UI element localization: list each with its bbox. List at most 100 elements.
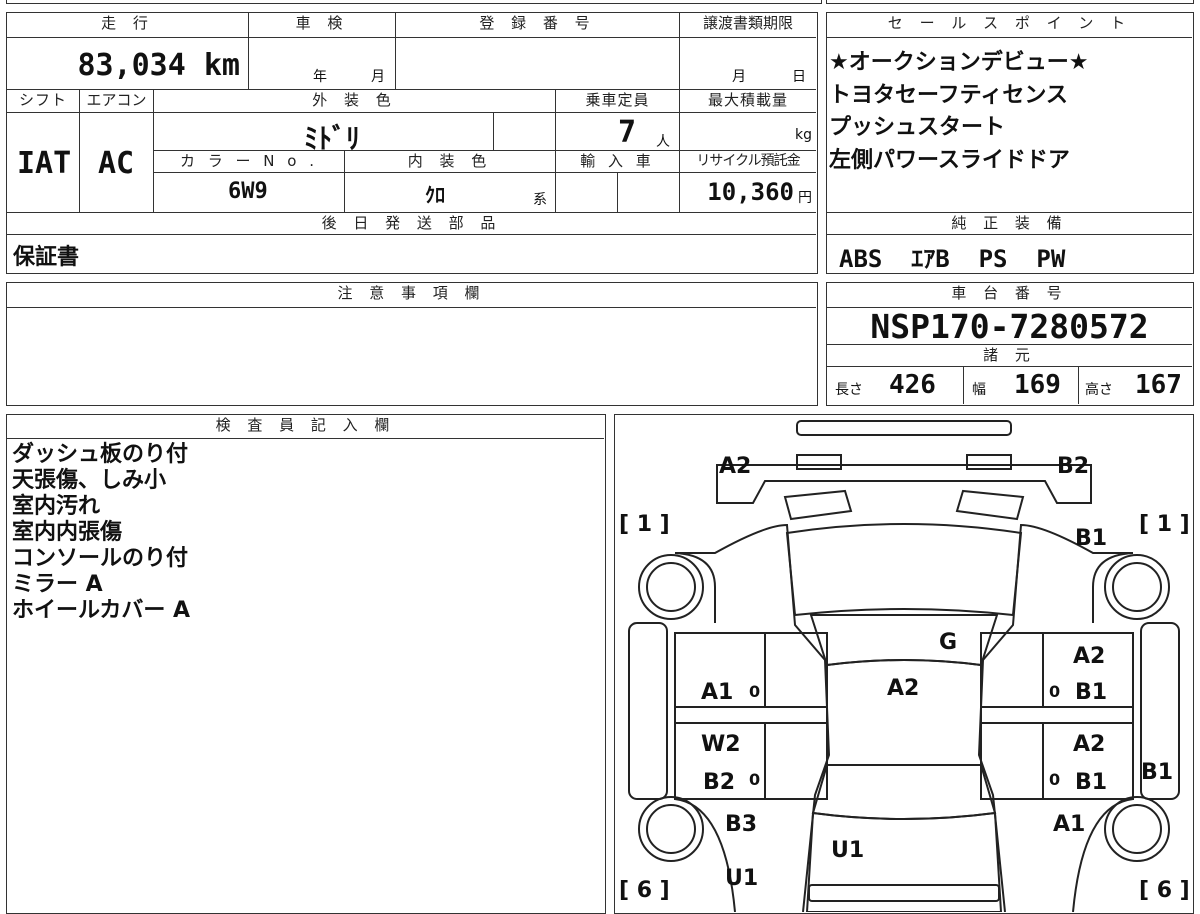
diagram-front-bumper [796, 420, 1012, 436]
damage-diagram-box: A2 B2 [ 1 ] [ 1 ] B1 G A2 A1 0 A2 B1 0 W… [614, 414, 1194, 914]
inspector-note-5: コンソールのり付 [12, 546, 189, 571]
mileage-cell: 83,034 km [7, 38, 249, 90]
registration-cell [396, 38, 680, 90]
mark-bracket-right-bottom: [ 6 ] [1139, 878, 1190, 903]
recycle-fee-value: 10,360 [707, 178, 794, 206]
interior-color-unit: 系 [533, 192, 547, 208]
mark-b1-far-right: B1 [1141, 760, 1173, 785]
inspection-month-unit: 月 [371, 69, 385, 85]
interior-color-cell: ｸﾛ 系 [345, 173, 556, 212]
shift-value: IAT [17, 146, 72, 181]
inspector-note-2: 天張傷、しみ小 [12, 468, 167, 493]
diagram-roof [809, 614, 999, 667]
mark-a1-left: A1 [701, 680, 733, 705]
mileage-value: 83,034 km [77, 48, 240, 83]
sales-points-header: セ ー ル ス ポ イ ン ト [827, 13, 1192, 38]
height-value: 167 [1135, 370, 1182, 400]
sales-points-list: ★オークションデビュー★ トヨタセーフティセンス プッシュスタート 左側パワース… [829, 47, 1088, 177]
mark-bracket-right-top: [ 1 ] [1139, 512, 1190, 537]
import-header: 輸 入 車 [556, 151, 680, 173]
mark-w2-left: W2 [701, 732, 741, 757]
recycle-fee-header: リサイクル預託金 [680, 151, 816, 173]
mark-b2-top-right: B2 [1057, 454, 1089, 479]
deadline-day-unit: 日 [792, 69, 806, 85]
diagram-left-skirt [628, 622, 668, 800]
interior-color-header: 内 装 色 [345, 151, 556, 173]
aircon-value: AC [98, 146, 135, 181]
inspection-header: 車 検 [249, 13, 396, 38]
inspector-note-6: ミラー A [12, 572, 103, 597]
mark-b1-right-1: B1 [1075, 680, 1107, 705]
later-parts-value: 保証書 [13, 245, 80, 270]
exterior-color-cell: ﾐﾄﾞﾘ [154, 113, 494, 155]
interior-color-value: ｸﾛ [425, 183, 445, 207]
inspector-header: 検 査 員 記 入 欄 [7, 415, 604, 439]
recycle-fee-unit: 円 [798, 190, 812, 206]
capacity-value: 7 [618, 115, 637, 150]
aircon-header: エアコン [80, 90, 154, 113]
diagram-wheel-rear-left-inner [646, 804, 696, 854]
mark-zero-left-2: 0 [749, 770, 760, 789]
notes-header: 注 意 事 項 欄 [7, 283, 816, 308]
mark-u1-left: U1 [725, 866, 758, 891]
sales-point-3: プッシュスタート [829, 115, 1006, 140]
diagram-hood-outline [716, 464, 1092, 504]
color-no-header: カ ラ ー N o . [154, 151, 345, 173]
mark-a2-right-1: A2 [1073, 644, 1105, 669]
top-strip [6, 0, 822, 4]
diagram-wiper-right [955, 489, 1025, 521]
mark-zero-right-1: 0 [1049, 682, 1060, 701]
mark-bracket-left-bottom: [ 6 ] [619, 878, 670, 903]
height-label: 高さ [1085, 382, 1113, 398]
transfer-deadline-cell: 月 日 [680, 38, 816, 90]
capacity-unit: 人 [656, 134, 670, 150]
diagram-body-outline [675, 523, 831, 912]
diagram-wheel-front-left [638, 554, 704, 620]
color-no-value: 6W9 [228, 179, 268, 204]
diagram-wheel-rear-right-inner [1112, 804, 1162, 854]
mark-a1-right: A1 [1053, 812, 1085, 837]
width-label: 幅 [972, 382, 986, 398]
inspector-note-1: ダッシュ板のり付 [12, 442, 189, 467]
transfer-deadline-header: 譲渡書類期限 [680, 13, 816, 38]
inspector-box: 検 査 員 記 入 欄 ダッシュ板のり付 天張傷、しみ小 室内汚れ 室内内張傷 … [6, 414, 606, 914]
inspection-year-unit: 年 [313, 69, 327, 85]
diagram-right-sill [980, 706, 1134, 724]
diagram-headlight-right [966, 454, 1012, 470]
mark-bracket-left-top: [ 1 ] [619, 512, 670, 537]
aircon-cell: AC [80, 113, 154, 212]
diagram-wheel-front-left-inner [646, 562, 696, 612]
diagram-wheel-front-right-inner [1112, 562, 1162, 612]
diagram-left-door-front-b [764, 632, 828, 708]
width-cell: 幅 169 [964, 367, 1079, 404]
capacity-header: 乗車定員 [556, 90, 680, 113]
genuine-equipment-value: ABS ｴｱB PS PW [839, 245, 1066, 273]
diagram-rear-bumper [808, 884, 1000, 902]
inspection-cell: 年 月 [249, 38, 396, 90]
inspector-notes-list: ダッシュ板のり付 天張傷、しみ小 室内汚れ 室内内張傷 コンソールのり付 ミラー… [12, 442, 190, 624]
mark-b1-right-upper: B1 [1075, 526, 1107, 551]
mark-zero-left-1: 0 [749, 682, 760, 701]
shift-header: シフト [7, 90, 80, 113]
chassis-no-value: NSP170-7280572 [870, 307, 1149, 346]
capacity-cell: 7 人 [556, 113, 680, 151]
mark-zero-right-2: 0 [1049, 770, 1060, 789]
deadline-month-unit: 月 [732, 69, 746, 85]
mark-b2-left: B2 [703, 770, 735, 795]
diagram-wiper-left [783, 489, 853, 521]
exterior-color-header: 外 装 色 [154, 90, 556, 113]
shift-cell: IAT [7, 113, 80, 212]
inspector-note-7: ホイールカバー A [12, 598, 191, 623]
import-cell-1 [556, 173, 618, 212]
sales-point-4: 左側パワースライドドア [829, 147, 1070, 173]
mark-a2-right-2: A2 [1073, 732, 1105, 757]
later-parts-header: 後 日 発 送 部 品 [7, 212, 816, 235]
top-strip-right [826, 0, 1194, 4]
mark-a2-top-left: A2 [719, 454, 751, 479]
max-load-unit: kg [795, 127, 812, 143]
diagram-body-outline-right [977, 523, 1133, 912]
diagram-headlight-left [796, 454, 842, 470]
notes-box: 注 意 事 項 欄 [6, 282, 818, 406]
diagram-right-door-front-b [980, 632, 1044, 708]
inspector-note-3: 室内汚れ [12, 494, 101, 519]
